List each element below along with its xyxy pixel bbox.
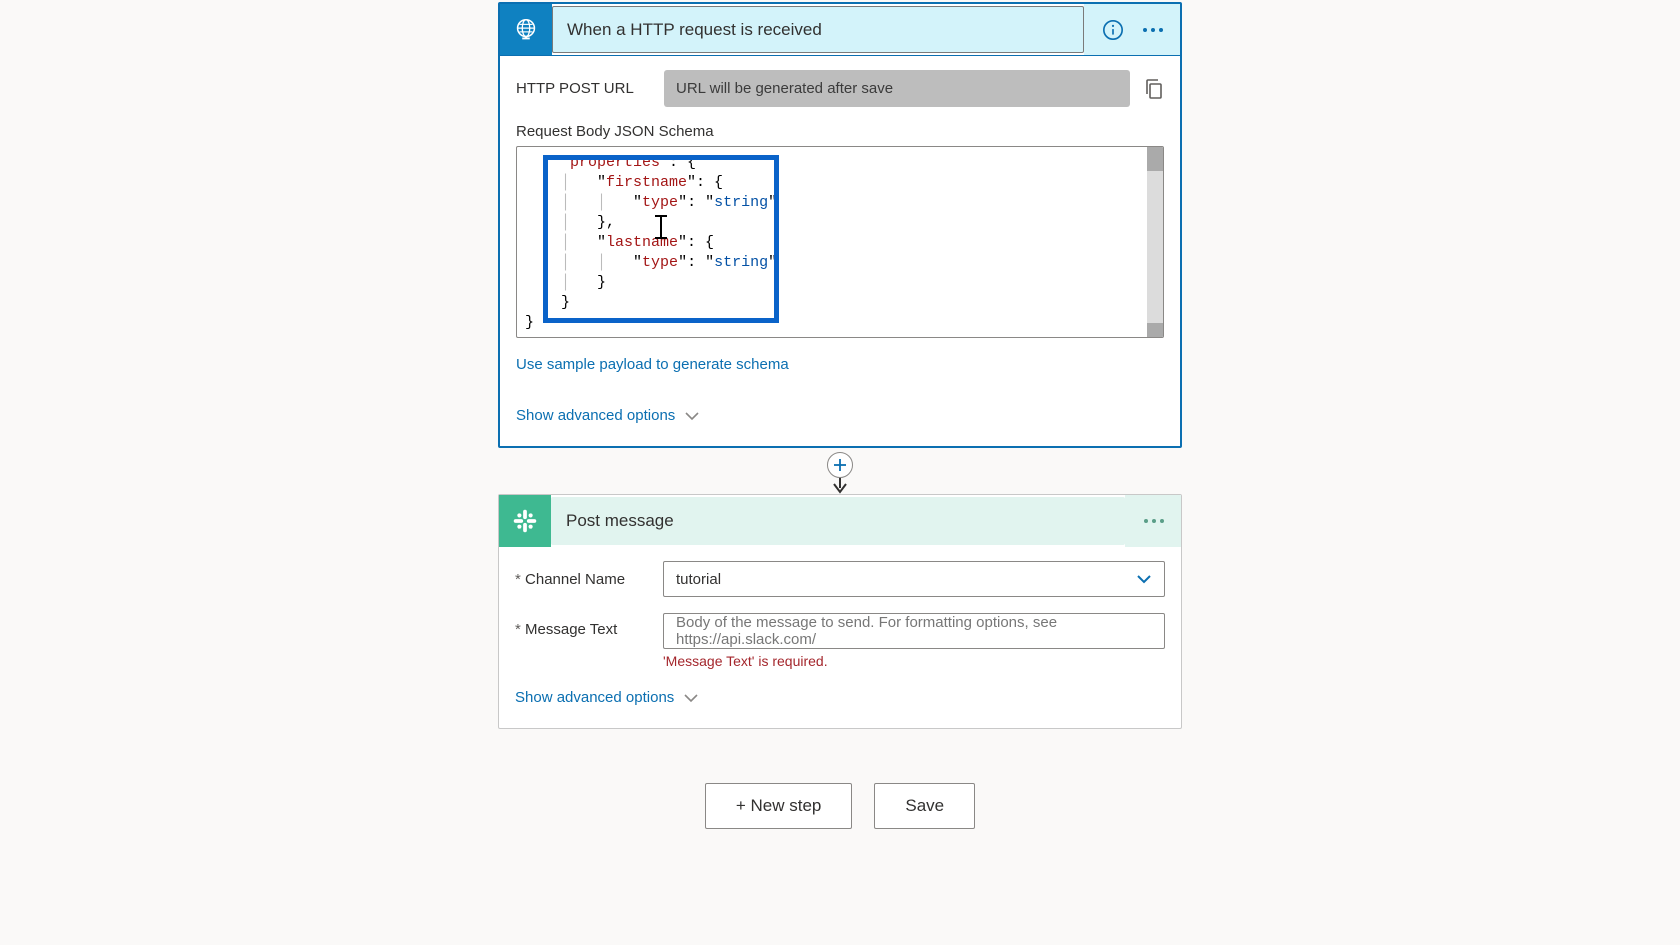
action-card: Post message * Channel Name tutorial	[498, 494, 1182, 729]
scrollbar[interactable]	[1147, 147, 1163, 337]
schema-text: "properties": { │ "firstname": { │ │ "ty…	[525, 153, 1145, 333]
text-caret	[660, 217, 662, 237]
chevron-down-icon	[684, 693, 698, 703]
copy-icon[interactable]	[1144, 78, 1164, 100]
message-error: 'Message Text' is required.	[663, 653, 1165, 669]
advanced-label: Show advanced options	[515, 689, 674, 706]
insert-step-button[interactable]	[827, 452, 853, 478]
trigger-card: When a HTTP request is received	[498, 2, 1182, 448]
slack-icon	[499, 495, 551, 547]
trigger-title: When a HTTP request is received	[567, 20, 822, 40]
scroll-thumb[interactable]	[1147, 323, 1163, 337]
action-title: Post message	[566, 511, 674, 531]
channel-select[interactable]: tutorial	[663, 561, 1165, 597]
action-header[interactable]: Post message	[499, 495, 1181, 547]
message-text-label: * Message Text	[515, 613, 663, 638]
more-icon[interactable]	[1142, 27, 1164, 33]
text-caret	[655, 215, 667, 217]
chevron-down-icon	[685, 411, 699, 421]
message-placeholder: Body of the message to send. For formatt…	[676, 614, 1152, 648]
trigger-header[interactable]: When a HTTP request is received	[500, 4, 1180, 56]
chevron-down-icon	[1136, 573, 1152, 585]
advanced-label: Show advanced options	[516, 407, 675, 424]
show-advanced-toggle[interactable]: Show advanced options	[515, 689, 1165, 706]
info-icon[interactable]	[1102, 19, 1124, 41]
show-advanced-toggle[interactable]: Show advanced options	[516, 407, 1164, 424]
scroll-thumb[interactable]	[1147, 147, 1163, 171]
use-sample-payload-link[interactable]: Use sample payload to generate schema	[516, 356, 789, 373]
new-step-button[interactable]: + New step	[705, 783, 853, 829]
schema-label: Request Body JSON Schema	[516, 123, 1164, 140]
http-url-label: HTTP POST URL	[516, 80, 664, 97]
more-icon[interactable]	[1143, 518, 1165, 524]
channel-value: tutorial	[676, 571, 721, 588]
save-button[interactable]: Save	[874, 783, 975, 829]
message-text-input[interactable]: Body of the message to send. For formatt…	[663, 613, 1165, 649]
connector	[498, 448, 1182, 494]
http-url-readonly: URL will be generated after save	[664, 70, 1130, 107]
text-caret	[655, 237, 667, 239]
schema-editor[interactable]: "properties": { │ "firstname": { │ │ "ty…	[516, 146, 1164, 338]
channel-name-label: * Channel Name	[515, 571, 663, 588]
http-trigger-icon	[500, 4, 552, 55]
